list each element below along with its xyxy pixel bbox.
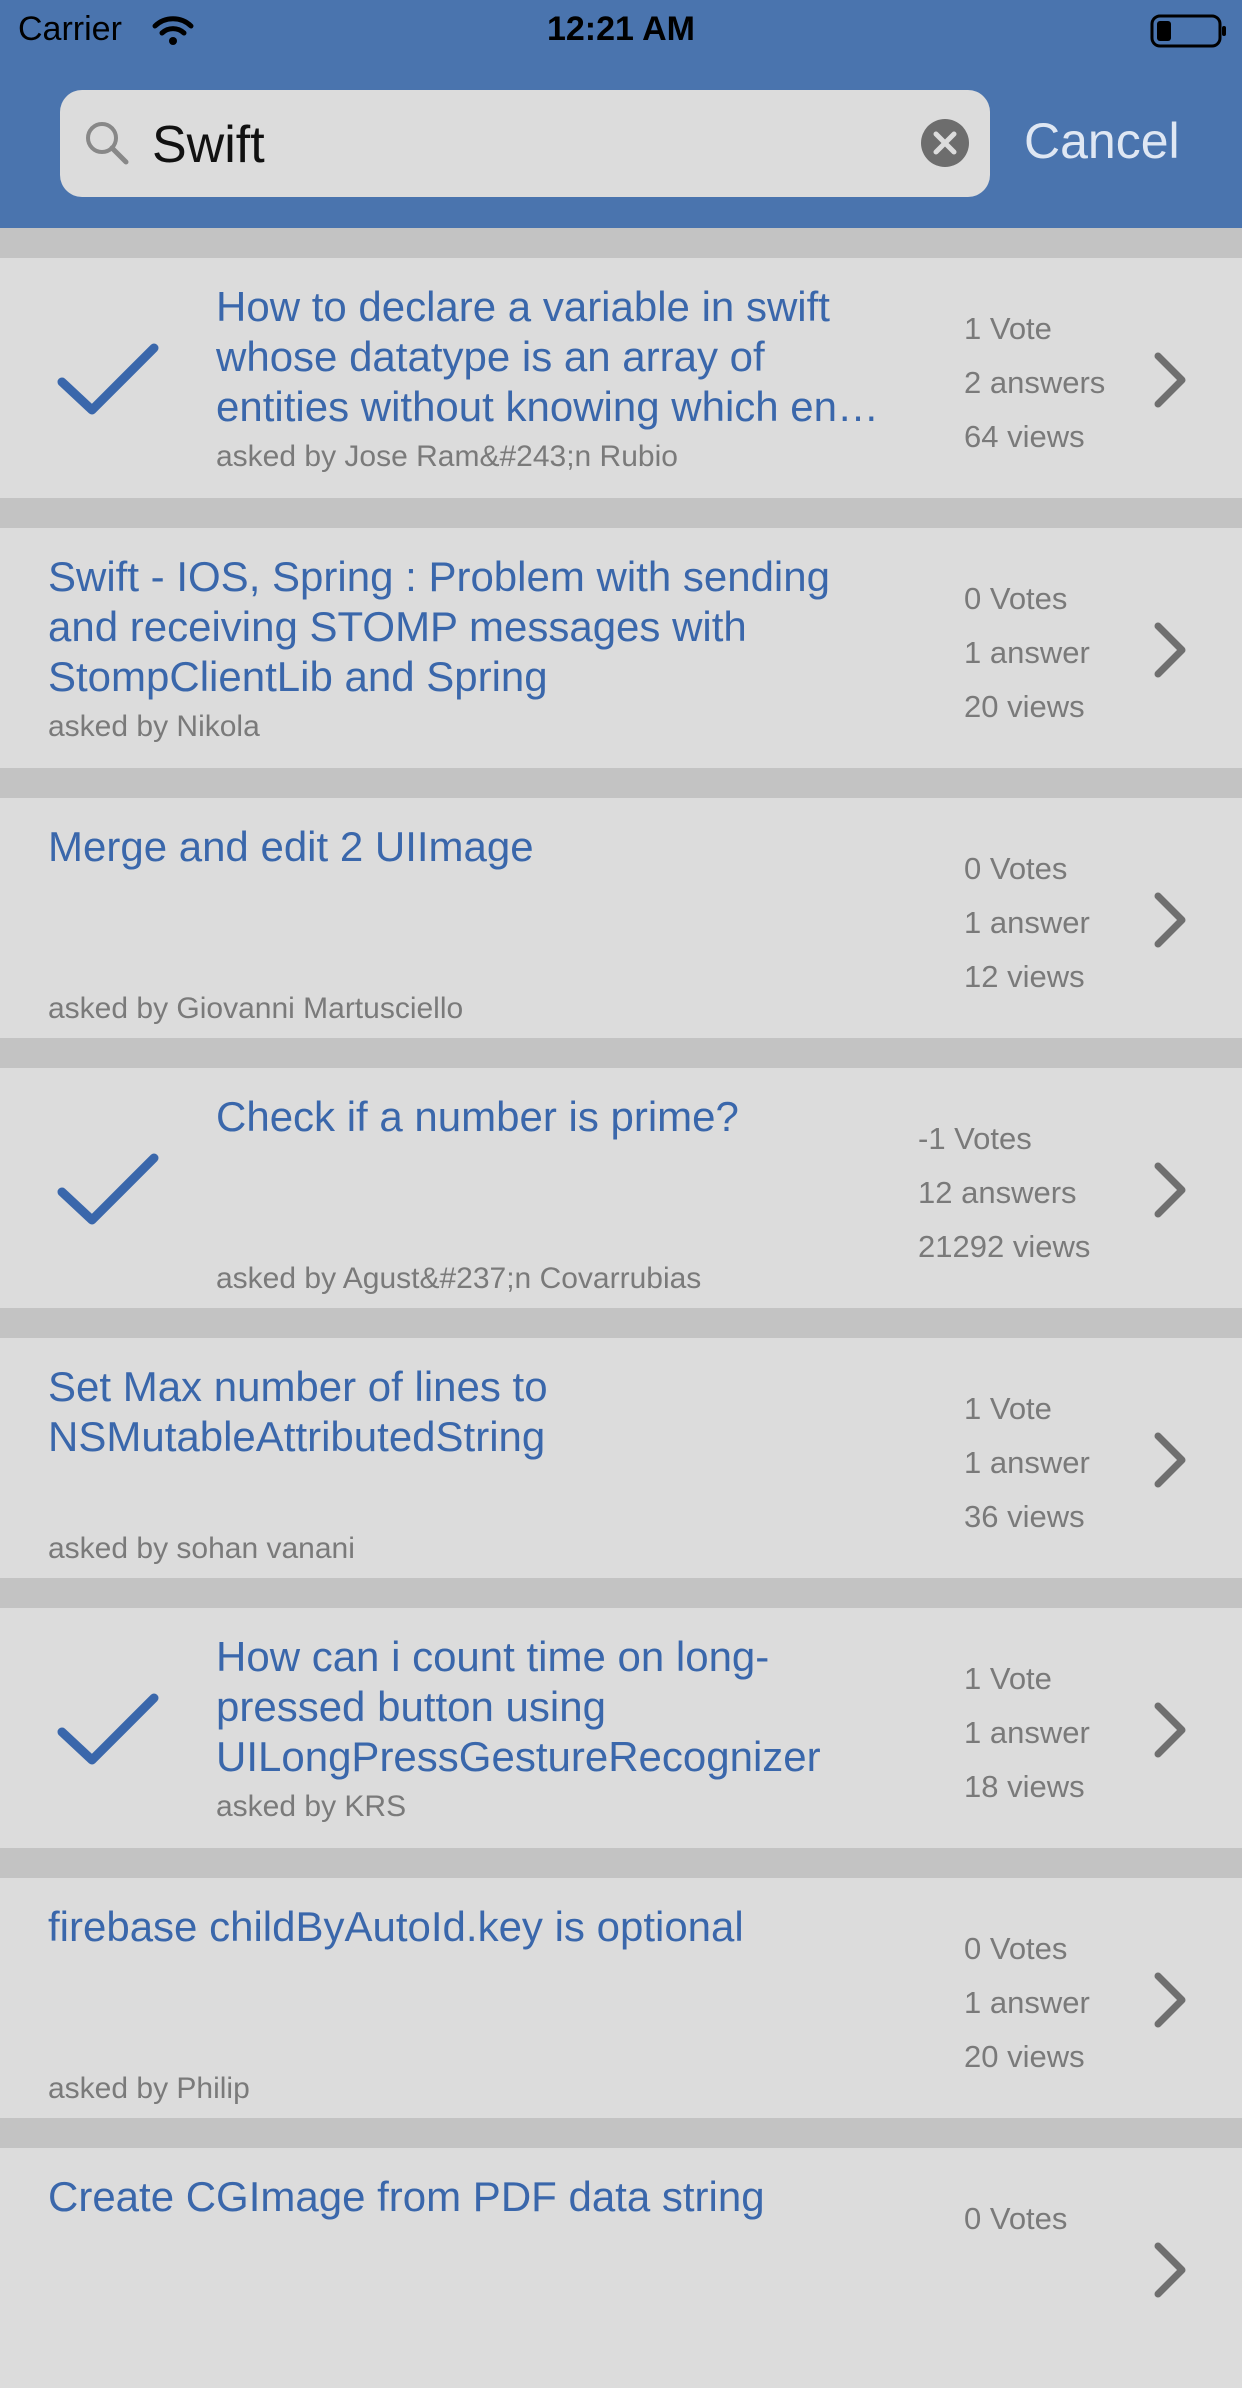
view-count: 12 views: [964, 959, 1085, 994]
accepted-checkmark-icon: [57, 1153, 159, 1225]
question-result-list: How to declare a variable in swift whose…: [0, 228, 1242, 2388]
question-row[interactable]: Set Max number of lines to NSMutableAttr…: [0, 1338, 1242, 1578]
chevron-right-icon: [1154, 352, 1186, 408]
answer-count: 1 answer: [964, 1985, 1090, 2020]
question-author: asked by Nikola: [48, 710, 260, 743]
search-field[interactable]: [60, 90, 990, 197]
cancel-button[interactable]: Cancel: [1024, 112, 1180, 170]
battery-icon: [1150, 14, 1226, 48]
question-title[interactable]: Check if a number is prime?: [216, 1092, 906, 1142]
status-bar: Carrier 12:21 AM: [0, 0, 1242, 62]
question-stats: 1 Vote 2 answers 64 views: [964, 302, 1105, 464]
question-row[interactable]: Create CGImage from PDF data string 0 Vo…: [0, 2148, 1242, 2388]
question-row[interactable]: How to declare a variable in swift whose…: [0, 258, 1242, 498]
view-count: 18 views: [964, 1769, 1085, 1804]
question-author: asked by KRS: [216, 1790, 407, 1823]
chevron-right-icon: [1154, 1432, 1186, 1488]
answer-count: 2 answers: [964, 365, 1106, 400]
clear-search-icon[interactable]: [920, 118, 970, 168]
question-row[interactable]: Check if a number is prime? asked by Agu…: [0, 1068, 1242, 1308]
question-title[interactable]: How can i count time on long-pressed but…: [216, 1632, 906, 1782]
question-author: asked by sohan vanani: [48, 1532, 355, 1565]
question-stats: 0 Votes 1 answer 20 views: [964, 572, 1090, 734]
view-count: 64 views: [964, 419, 1085, 454]
question-row[interactable]: firebase childByAutoId.key is optional a…: [0, 1878, 1242, 2118]
vote-count: 0 Votes: [964, 581, 1068, 616]
answer-count: 12 answers: [918, 1175, 1077, 1210]
vote-count: -1 Votes: [918, 1121, 1032, 1156]
question-author: asked by Jose Ram&#243;n Rubio: [216, 440, 678, 473]
question-title[interactable]: Create CGImage from PDF data string: [48, 2172, 898, 2222]
question-title[interactable]: Set Max number of lines to NSMutableAttr…: [48, 1362, 898, 1462]
search-input[interactable]: [150, 106, 854, 183]
chevron-right-icon: [1154, 2242, 1186, 2298]
vote-count: 1 Vote: [964, 311, 1052, 346]
vote-count: 0 Votes: [964, 2201, 1068, 2236]
chevron-right-icon: [1154, 892, 1186, 948]
clock: 12:21 AM: [546, 10, 696, 48]
chevron-right-icon: [1154, 622, 1186, 678]
view-count: 20 views: [964, 689, 1085, 724]
question-title[interactable]: How to declare a variable in swift whose…: [216, 282, 906, 432]
accepted-checkmark-icon: [57, 1693, 159, 1765]
question-stats: 1 Vote 1 answer 36 views: [964, 1382, 1090, 1544]
question-row[interactable]: Swift - IOS, Spring : Problem with sendi…: [0, 528, 1242, 768]
chevron-right-icon: [1154, 1972, 1186, 2028]
vote-count: 1 Vote: [964, 1661, 1052, 1696]
answer-count: 1 answer: [964, 635, 1090, 670]
question-title[interactable]: Merge and edit 2 UIImage: [48, 822, 898, 872]
vote-count: 0 Votes: [964, 851, 1068, 886]
question-author: asked by Agust&#237;n Covarrubias: [216, 1262, 702, 1295]
question-row[interactable]: How can i count time on long-pressed but…: [0, 1608, 1242, 1848]
question-title[interactable]: firebase childByAutoId.key is optional: [48, 1902, 898, 1952]
question-title[interactable]: Swift - IOS, Spring : Problem with sendi…: [48, 552, 898, 702]
vote-count: 0 Votes: [964, 1931, 1068, 1966]
question-author: asked by Philip: [48, 2072, 250, 2105]
view-count: 36 views: [964, 1499, 1085, 1534]
question-stats: -1 Votes 12 answers 21292 views: [918, 1112, 1090, 1274]
question-stats: 0 Votes: [964, 2192, 1067, 2246]
search-header: Carrier 12:21 AM Cancel: [0, 0, 1242, 228]
question-row[interactable]: Merge and edit 2 UIImage asked by Giovan…: [0, 798, 1242, 1038]
chevron-right-icon: [1154, 1702, 1186, 1758]
question-stats: 1 Vote 1 answer 18 views: [964, 1652, 1090, 1814]
view-count: 21292 views: [918, 1229, 1091, 1264]
search-icon: [86, 122, 129, 165]
answer-count: 1 answer: [964, 1445, 1090, 1480]
chevron-right-icon: [1154, 1162, 1186, 1218]
question-stats: 0 Votes 1 answer 20 views: [964, 1922, 1090, 2084]
answer-count: 1 answer: [964, 905, 1090, 940]
answer-count: 1 answer: [964, 1715, 1090, 1750]
accepted-checkmark-icon: [57, 343, 159, 415]
vote-count: 1 Vote: [964, 1391, 1052, 1426]
question-stats: 0 Votes 1 answer 12 views: [964, 842, 1090, 1004]
question-author: asked by Giovanni Martusciello: [48, 992, 464, 1025]
view-count: 20 views: [964, 2039, 1085, 2074]
